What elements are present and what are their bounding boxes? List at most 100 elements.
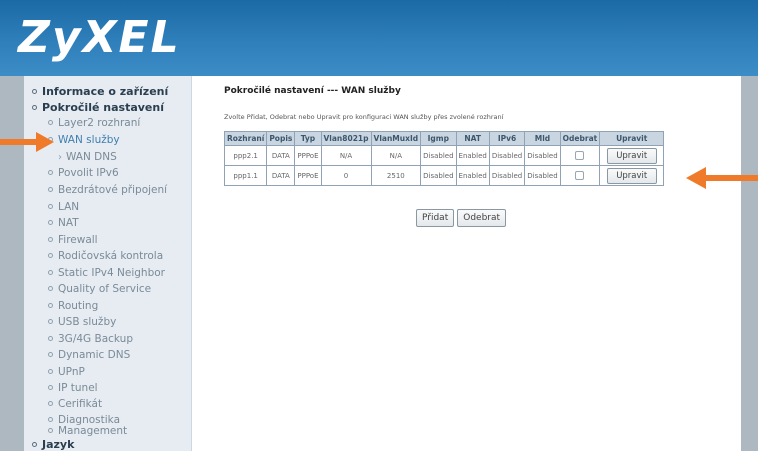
sidebar-item-label: Povolit IPv6 [58,167,119,179]
sidebar-item-device-info[interactable]: Informace o zařízení [32,85,168,98]
sidebar-item-label: Firewall [58,234,98,246]
sidebar-item-label: Bezdrátové připojení [58,184,168,196]
instruction-text: Zvolte Přidat, Odebrat nebo Upravit pro … [224,113,504,121]
cell-type: PPPoE [294,165,322,186]
bullet-icon [32,88,37,94]
table-header-row: Rozhraní Popis Typ Vlan8021p VlanMuxId I… [223,131,665,146]
cell-description: DATA [266,165,296,186]
column-header: IPv6 [488,131,526,146]
cell-ipv6: Disabled [488,165,526,186]
remove-checkbox[interactable] [575,151,585,160]
sidebar-item-label: Routing [58,300,99,312]
column-header: VlanMuxId [370,131,422,146]
left-arrow-annotation [0,132,54,152]
bullet-icon [48,384,53,390]
column-header: Rozhraní [223,131,268,146]
sidebar-item-3g4g[interactable]: 3G/4G Backup [48,333,133,346]
sidebar-item-label: NAT [58,217,79,229]
cell-mld: Disabled [524,165,561,186]
column-header: Odebrat [559,131,601,146]
sidebar-item-wan-dns[interactable]: › WAN DNS [58,151,117,164]
sidebar-item-label: WAN DNS [66,151,117,163]
sidebar-item-label: WAN služby [58,134,120,146]
header-banner: ZyXEL [0,0,758,76]
cell-mld: Disabled [524,145,561,166]
sidebar-item-nat[interactable]: NAT [48,217,79,230]
bullet-icon [48,219,53,225]
edit-button[interactable]: Upravit [606,147,657,164]
sidebar-item-routing[interactable]: Routing [48,300,98,313]
column-header: Mld [524,131,561,146]
sidebar-item-ip-tunnel[interactable]: IP tunel [48,382,98,395]
edit-button[interactable]: Upravit [606,167,657,184]
bullet-icon [32,104,37,110]
cell-description: DATA [266,145,296,166]
bullet-icon [48,368,53,374]
table-actions: Přidat Odebrat [416,205,509,227]
sidebar-item-static-neighbor[interactable]: Static IPv4 Neighbor [48,267,165,280]
sidebar-item-label: Rodičovská kontrola [58,250,164,262]
sidebar-item-label: Quality of Service [58,283,152,295]
sidebar-item-lan[interactable]: LAN [48,201,79,214]
column-header: NAT [455,131,490,146]
sidebar-item-advanced[interactable]: Pokročilé nastavení [32,101,164,114]
column-header: Typ [294,131,322,146]
sidebar-item-parental[interactable]: Rodičovská kontrola [48,250,163,263]
sidebar-item-wan-services[interactable]: WAN služby [48,134,120,147]
bullet-icon [48,416,53,422]
wan-services-table: Rozhraní Popis Typ Vlan8021p VlanMuxId I… [223,131,665,186]
sidebar-item-label: USB služby [58,316,117,328]
sidebar-item-label: Layer2 rozhraní [58,117,141,129]
bullet-icon [48,203,53,209]
sidebar-item-upnp[interactable]: UPnP [48,366,85,379]
bullet-icon [48,285,53,291]
sidebar-item-firewall[interactable]: Firewall [48,234,98,247]
sidebar-item-qos[interactable]: Quality of Service [48,283,151,296]
chevron-right-icon: › [58,152,62,163]
bullet-icon [48,169,53,175]
sidebar-item-label: Informace o zařízení [42,85,169,98]
table-row: ppp2.1 DATA PPPoE N/A N/A Disabled Enabl… [223,145,665,166]
bullet-icon [48,351,53,357]
cell-edit: Upravit [599,145,665,166]
sidebar-item-label: IP tunel [58,382,98,394]
cell-edit: Upravit [599,165,665,186]
sidebar-item-layer2[interactable]: Layer2 rozhraní [48,117,140,130]
sidebar-item-language[interactable]: Jazyk [32,438,74,451]
add-button[interactable]: Přidat [416,209,455,227]
sidebar-item-management[interactable]: Management [48,425,127,438]
cell-vlan8021p: N/A [320,145,372,166]
page-title: Pokročilé nastavení --- WAN služby [224,86,401,96]
right-arrow-annotation [686,167,758,189]
sidebar-item-label: Static IPv4 Neighbor [58,267,165,279]
cell-vlanmuxid: 2510 [370,165,422,186]
sidebar-item-wireless[interactable]: Bezdrátové připojení [48,184,167,197]
sidebar-item-certificate[interactable]: Cerifikát [48,398,102,411]
bullet-icon [32,441,37,447]
cell-nat: Enabled [455,145,490,166]
sidebar-item-label: UPnP [58,366,85,378]
column-header: Vlan8021p [320,131,372,146]
bullet-icon [48,318,53,324]
cell-igmp: Disabled [420,145,457,166]
cell-vlanmuxid: N/A [370,145,422,166]
cell-interface: ppp1.1 [223,165,268,186]
cell-remove [559,165,601,186]
sidebar-item-label: LAN [58,201,80,213]
bullet-icon [48,236,53,242]
sidebar-item-label: Cerifikát [58,398,103,410]
remove-button[interactable]: Odebrat [457,209,507,227]
cell-nat: Enabled [455,165,490,186]
sidebar-item-ipv6[interactable]: Povolit IPv6 [48,167,119,180]
sidebar-item-usb[interactable]: USB služby [48,316,116,329]
column-header: Popis [266,131,296,146]
cell-type: PPPoE [294,145,322,166]
sidebar-item-label: Dynamic DNS [58,349,131,361]
sidebar-item-label: 3G/4G Backup [58,333,133,345]
column-header: Upravit [599,131,665,146]
bullet-icon [48,335,53,341]
remove-checkbox[interactable] [575,171,585,180]
cell-interface: ppp2.1 [223,145,268,166]
sidebar-item-ddns[interactable]: Dynamic DNS [48,349,130,362]
column-header: Igmp [420,131,457,146]
